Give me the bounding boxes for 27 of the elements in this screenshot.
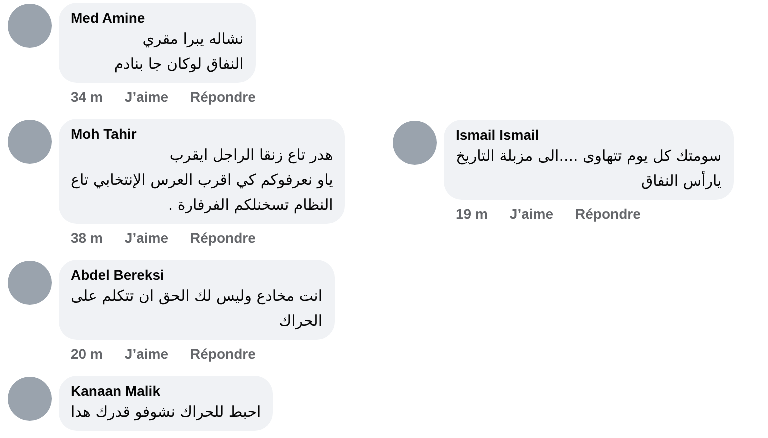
comment-text: انت مخادع وليس لك الحق ان تتكلم على الحراك xyxy=(71,286,323,332)
reply-link[interactable]: Répondre xyxy=(190,345,256,363)
comment-text: نشاله يبرا مقري النفاق لوكان جا بنادم xyxy=(114,29,244,75)
avatar-placeholder[interactable] xyxy=(8,120,52,164)
comment-time: 38 m xyxy=(71,229,103,247)
author-name[interactable]: Kanaan Malik xyxy=(71,382,160,400)
avatar-placeholder[interactable] xyxy=(8,261,52,305)
author-name[interactable]: Med Amine xyxy=(71,9,146,27)
comment-time: 34 m xyxy=(71,88,103,106)
like-link[interactable]: J’aime xyxy=(124,229,169,247)
like-link[interactable]: J’aime xyxy=(124,88,169,106)
reply-link[interactable]: Répondre xyxy=(190,88,256,106)
avatar-placeholder[interactable] xyxy=(8,377,52,421)
comment-time: 20 m xyxy=(71,345,103,363)
reply-link[interactable]: Répondre xyxy=(190,229,256,247)
avatar-placeholder[interactable] xyxy=(393,121,437,165)
like-link[interactable]: J’aime xyxy=(124,345,169,363)
like-link[interactable]: J’aime xyxy=(510,205,554,223)
author-name[interactable]: Moh Tahir xyxy=(71,125,137,143)
author-name[interactable]: Ismail Ismail xyxy=(456,126,540,144)
avatar-placeholder[interactable] xyxy=(8,4,52,48)
reply-link[interactable]: Répondre xyxy=(576,205,641,223)
comment-text: سومتك كل يوم تتهاوى ....الى مزبلة التاريخ يارأس النفاق xyxy=(456,146,722,192)
comment-text: احبط للحراك نشوفو قدرك هدا xyxy=(71,402,262,423)
author-name[interactable]: Abdel Bereksi xyxy=(71,266,164,284)
comment-text: هدر تاع زنقا الراجل ايقرب ياو نعرفوكم كي اقرب العرس الإنتخابي تاع النظام تسخنلكم الفرفارة . xyxy=(71,145,334,216)
comment-time: 19 m xyxy=(456,205,488,223)
